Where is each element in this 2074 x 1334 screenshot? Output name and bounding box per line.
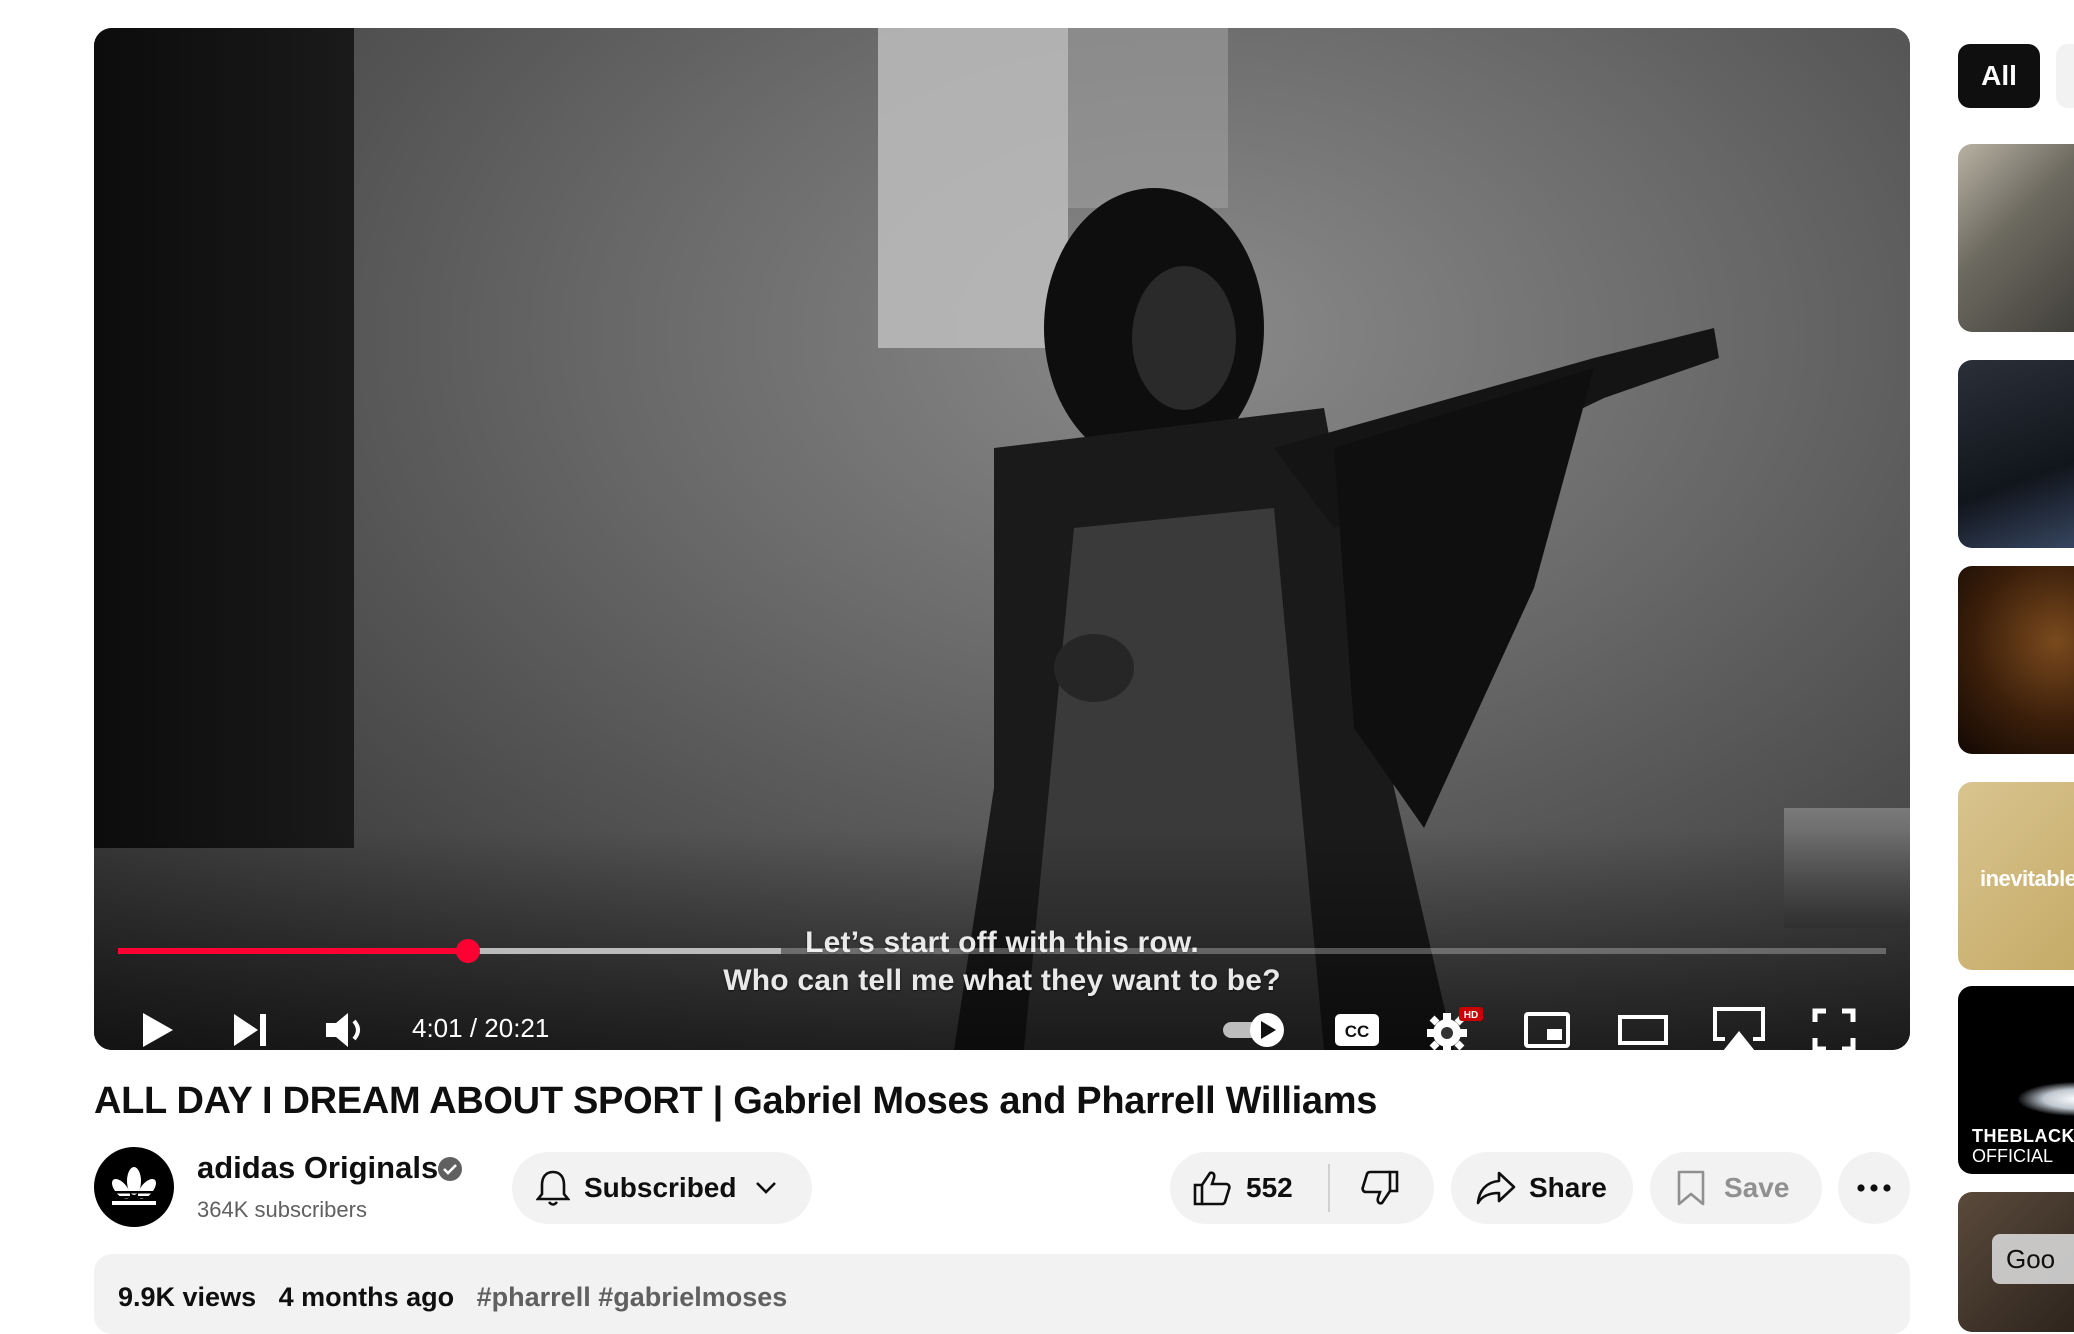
autoplay-toggle[interactable]	[1220, 1002, 1290, 1050]
description-box[interactable]: 9.9K views 4 months ago #pharrell #gabri…	[94, 1254, 1910, 1334]
thumbnail-graphic	[2018, 1082, 2074, 1116]
save-label: Save	[1724, 1172, 1790, 1203]
svg-text:CC: CC	[1345, 1022, 1370, 1041]
video-title: ALL DAY I DREAM ABOUT SPORT | Gabriel Mo…	[94, 1080, 1378, 1122]
dislike-button[interactable]	[1330, 1152, 1430, 1224]
chevron-down-icon	[756, 1182, 777, 1194]
hd-badge: HD	[1464, 1010, 1478, 1021]
thumbs-down-icon	[1361, 1170, 1399, 1205]
airplay-button[interactable]	[1708, 1002, 1770, 1050]
bookmark-icon	[1677, 1170, 1705, 1206]
progress-bar[interactable]	[118, 939, 1886, 963]
theater-mode-icon	[1618, 1015, 1668, 1045]
filter-chip-next[interactable]	[2056, 44, 2074, 108]
miniplayer-icon	[1524, 1012, 1570, 1048]
theater-mode-button[interactable]	[1614, 1002, 1672, 1050]
more-horizontal-icon	[1857, 1184, 1891, 1192]
recommended-thumbnail-5[interactable]: THEBLACKLA OFFICIAL	[1958, 986, 2074, 1174]
thumbnail-text: OFFICIAL	[1972, 1146, 2054, 1166]
recommended-thumbnail-2[interactable]	[1958, 360, 2074, 548]
recommended-thumbnail-1[interactable]	[1958, 144, 2074, 332]
recommended-thumbnail-3[interactable]	[1958, 566, 2074, 754]
fullscreen-icon	[1812, 1008, 1856, 1050]
subtitles-button[interactable]: CC	[1328, 1002, 1386, 1050]
miniplayer-button[interactable]	[1518, 1002, 1576, 1050]
play-icon	[143, 1013, 173, 1047]
subscribed-label: Subscribed	[584, 1172, 737, 1203]
share-label: Share	[1529, 1172, 1607, 1203]
more-actions-button[interactable]	[1838, 1152, 1910, 1224]
caption-line-1: Let’s start off with this row.	[805, 926, 1199, 959]
bell-icon	[536, 1170, 570, 1206]
airplay-icon	[1713, 1007, 1765, 1050]
thumbnail-text: THEBLACKLA	[1972, 1126, 2074, 1146]
save-button[interactable]: Save	[1650, 1152, 1822, 1224]
subscriber-count: 364K subscribers	[197, 1197, 367, 1222]
video-player[interactable]: Let’s start off with this row. Who can t…	[94, 28, 1910, 1050]
filter-chip-all[interactable]: All	[1958, 44, 2040, 108]
play-button[interactable]	[130, 1002, 186, 1050]
progress-played	[118, 948, 469, 954]
subscribed-button[interactable]: Subscribed	[512, 1152, 812, 1224]
time-display: 4:01 / 20:21	[412, 1013, 550, 1043]
settings-button[interactable]: HD	[1422, 1002, 1486, 1050]
closed-captions-icon: CC	[1335, 1014, 1379, 1046]
like-dislike-group: 552	[1170, 1152, 1434, 1224]
share-icon	[1476, 1171, 1516, 1205]
share-button[interactable]: Share	[1451, 1152, 1633, 1224]
autoplay-icon	[1223, 1013, 1284, 1047]
next-video-button[interactable]	[222, 1002, 278, 1050]
thumbnail-text: inevitable.	[1980, 866, 2074, 891]
thumbnail-overlay-chip: Goo	[1992, 1234, 2074, 1284]
skip-next-icon	[234, 1014, 266, 1046]
description-meta: 9.9K views 4 months ago #pharrell #gabri…	[118, 1282, 787, 1313]
like-count: 552	[1246, 1172, 1293, 1203]
fullscreen-button[interactable]	[1806, 1002, 1862, 1050]
verified-icon	[438, 1157, 462, 1181]
channel-name[interactable]: adidas Originals	[197, 1150, 438, 1186]
adidas-trefoil-icon	[108, 1167, 160, 1205]
caption-line-2: Who can tell me what they want to be?	[723, 964, 1281, 997]
video-frame[interactable]	[94, 28, 1910, 1050]
like-button[interactable]: 552	[1170, 1164, 1330, 1212]
thumbs-up-icon	[1193, 1171, 1231, 1206]
progress-scrubber-handle[interactable]	[456, 939, 481, 963]
gear-icon: HD	[1427, 1007, 1483, 1050]
volume-button[interactable]	[318, 1002, 374, 1050]
volume-icon	[326, 1013, 360, 1047]
channel-avatar[interactable]	[94, 1147, 174, 1227]
recommended-thumbnail-4[interactable]: inevitable.	[1958, 782, 2074, 970]
